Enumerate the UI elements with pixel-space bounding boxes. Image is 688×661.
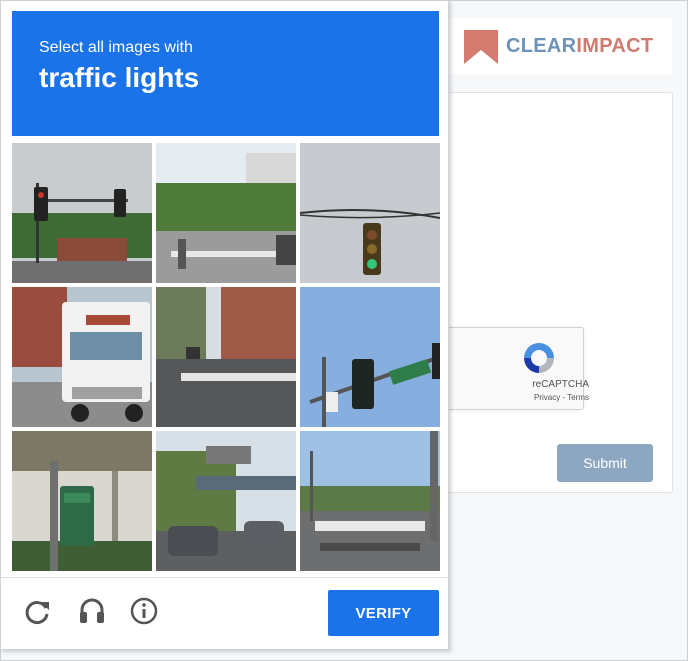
verify-button[interactable]: VERIFY [328, 590, 439, 636]
challenge-footer: VERIFY [1, 577, 448, 650]
challenge-instruction: Select all images with [39, 39, 193, 56]
challenge-target: traffic lights [39, 62, 200, 93]
info-icon[interactable] [129, 596, 159, 626]
image-tile[interactable] [12, 143, 152, 283]
brand-word-2: IMPACT [576, 35, 654, 57]
headphones-icon[interactable] [77, 596, 107, 626]
form-card [440, 92, 673, 493]
image-tile[interactable] [156, 431, 296, 571]
image-tile[interactable] [300, 431, 440, 571]
image-tile[interactable] [156, 143, 296, 283]
submit-button[interactable]: Submit [557, 444, 653, 482]
captcha-challenge: Select all images with traffic lights VE… [0, 0, 449, 650]
image-tile[interactable] [12, 431, 152, 571]
recaptcha-widget[interactable]: reCAPTCHA Privacy - Terms [440, 327, 589, 410]
flag-icon [464, 30, 498, 64]
image-tile[interactable] [300, 143, 440, 283]
image-tile[interactable] [300, 287, 440, 427]
brand-logo: CLEARIMPACT [446, 18, 672, 74]
reload-icon[interactable] [23, 596, 53, 626]
challenge-header: Select all images with traffic lights [12, 11, 439, 136]
brand-word-1: CLEAR [506, 35, 577, 57]
image-tile[interactable] [156, 287, 296, 427]
brand-name: CLEARIMPACT [506, 35, 653, 58]
image-grid [12, 143, 440, 571]
recaptcha-icon [524, 343, 554, 373]
image-tile[interactable] [12, 287, 152, 427]
